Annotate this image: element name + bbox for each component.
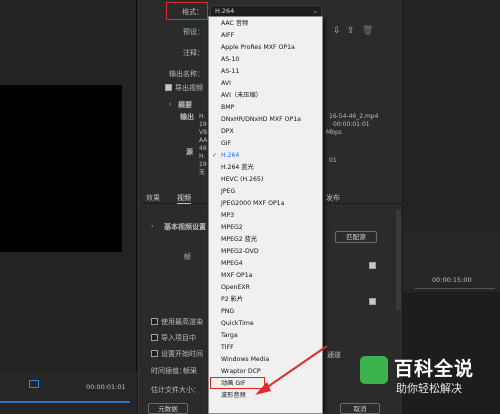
tab-effects[interactable]: 效果 — [146, 193, 160, 203]
format-option[interactable]: P2 影片 — [209, 294, 322, 305]
watermark-subtitle: 助你轻松解决 — [396, 382, 462, 395]
delete-preset-icon[interactable]: 🗑 — [362, 26, 373, 36]
format-option[interactable]: HEVC (H.265) — [209, 174, 322, 185]
comments-label: 注释： — [183, 49, 204, 57]
format-option[interactable]: BMP — [209, 102, 322, 113]
watermark-title: 百科全说 — [394, 358, 475, 380]
export-frame-icon[interactable] — [29, 380, 39, 388]
format-option[interactable]: Targa — [209, 330, 322, 341]
output-name-label: 输出名称： — [169, 70, 204, 78]
format-option[interactable]: QuickTime — [209, 318, 322, 329]
summary-line: 19 — [199, 121, 207, 128]
import-preset-icon[interactable]: ⇪ — [347, 26, 355, 36]
format-option[interactable]: OpenEXR — [209, 282, 322, 293]
import-project-checkbox[interactable] — [151, 334, 158, 341]
format-option[interactable]: MPEG2 蓝光 — [209, 234, 322, 245]
video-field-label: 帧 — [184, 253, 191, 261]
summary-line: 19 — [199, 161, 207, 168]
format-option[interactable]: AS-11 — [209, 66, 322, 77]
save-preset-icon[interactable]: ⇩ — [333, 26, 341, 36]
format-option[interactable]: AVI（未压缩） — [209, 90, 322, 101]
preset-label: 预设： — [183, 28, 204, 36]
max-render-label: 使用最高渲染 — [161, 318, 203, 326]
video-section-chevron-icon[interactable]: › — [151, 222, 154, 230]
source-preview-video — [0, 85, 122, 252]
output-bitrate: Mbps — [326, 129, 342, 136]
program-monitor — [403, 0, 500, 232]
video-setting-checkbox-2[interactable] — [369, 298, 376, 305]
source-duration: 01 — [329, 157, 337, 164]
format-option[interactable]: JPEG — [209, 186, 322, 197]
watermark-logo-icon — [360, 356, 388, 384]
source-monitor-controls — [0, 372, 137, 414]
summary-heading: 摘要 — [178, 101, 192, 109]
checkmark-icon: ✓ — [212, 151, 218, 159]
format-option[interactable]: PNG — [209, 306, 322, 317]
summary-output-label: 输出 — [180, 113, 194, 121]
summary-line: 无 — [199, 169, 206, 176]
summary-line: AA — [199, 137, 208, 144]
summary-chevron-icon[interactable]: › — [169, 100, 172, 108]
format-option[interactable]: DPX — [209, 126, 322, 137]
format-option[interactable]: MPEG2-DVD — [209, 246, 322, 257]
format-option[interactable]: MPEG4 — [209, 258, 322, 269]
format-option[interactable]: GIF — [209, 138, 322, 149]
interpolation-select[interactable]: 帧采 — [183, 366, 197, 376]
metadata-button[interactable]: 元数据 — [148, 403, 188, 414]
export-video-checkbox[interactable] — [165, 84, 172, 91]
format-option[interactable]: AIFF — [209, 30, 322, 41]
interpolation-label: 时间插值： — [151, 367, 186, 375]
format-option[interactable]: AVI — [209, 78, 322, 89]
summary-line: H. — [199, 153, 206, 160]
tab-publish[interactable]: 发布 — [326, 193, 340, 203]
set-start-time-label: 设置开始时间 — [161, 350, 203, 358]
summary-line: 48 — [199, 145, 207, 152]
file-size-label: 估计文件大小： — [151, 386, 200, 394]
match-source-button[interactable]: 匹配源 — [335, 231, 377, 243]
import-project-label: 导入项目中 — [161, 334, 196, 342]
source-playhead-bar[interactable] — [0, 401, 130, 403]
format-option[interactable]: AAC 音频 — [209, 18, 322, 29]
format-option[interactable]: DNxHR/DNxHD MXF OP1a — [209, 114, 322, 125]
format-option-label: H.264 — [221, 152, 240, 159]
format-option[interactable]: Apple ProRes MXF OP1a — [209, 42, 322, 53]
summary-text-stub: H. 19 VB AA 48 H. 19 无 — [199, 113, 207, 177]
timeline-ruler — [415, 288, 495, 289]
settings-scrollbar[interactable] — [396, 210, 401, 310]
format-option[interactable]: AS-10 — [209, 54, 322, 65]
export-video-label: 导出视频 — [175, 84, 203, 92]
summary-line: VB — [199, 129, 208, 136]
tab-video[interactable]: 视频 — [177, 193, 191, 204]
timeline-timecode: 00:00:15:00 — [432, 276, 472, 284]
set-start-time-checkbox[interactable] — [151, 350, 158, 357]
max-render-checkbox[interactable] — [151, 318, 158, 325]
format-option[interactable]: MXF OP1a — [209, 270, 322, 281]
format-option[interactable]: MP3 — [209, 210, 322, 221]
annotation-arrow-icon — [255, 345, 328, 395]
format-option[interactable]: MPEG2 — [209, 222, 322, 233]
summary-line: H. — [199, 113, 206, 120]
format-value: H.264 — [215, 7, 235, 15]
summary-source-label: 源 — [186, 148, 193, 156]
chevron-down-icon: ⌄ — [312, 7, 318, 15]
format-label: 格式： — [182, 8, 203, 16]
format-option-selected[interactable]: ✓ H.264 — [209, 150, 322, 161]
video-section-heading: 基本视频设置 — [164, 223, 206, 231]
source-timecode: 00:00:01:01 — [86, 383, 126, 391]
output-file-name: 16-54-46_2.mp4 — [329, 113, 379, 120]
format-option[interactable]: JPEG2000 MXF OP1a — [209, 198, 322, 209]
output-duration: 00:00:01:01 — [333, 121, 370, 128]
watermark: 百科全说 助你轻松解决 — [360, 352, 500, 414]
format-option[interactable]: H.264 蓝光 — [209, 162, 322, 173]
video-setting-checkbox[interactable] — [369, 262, 376, 269]
